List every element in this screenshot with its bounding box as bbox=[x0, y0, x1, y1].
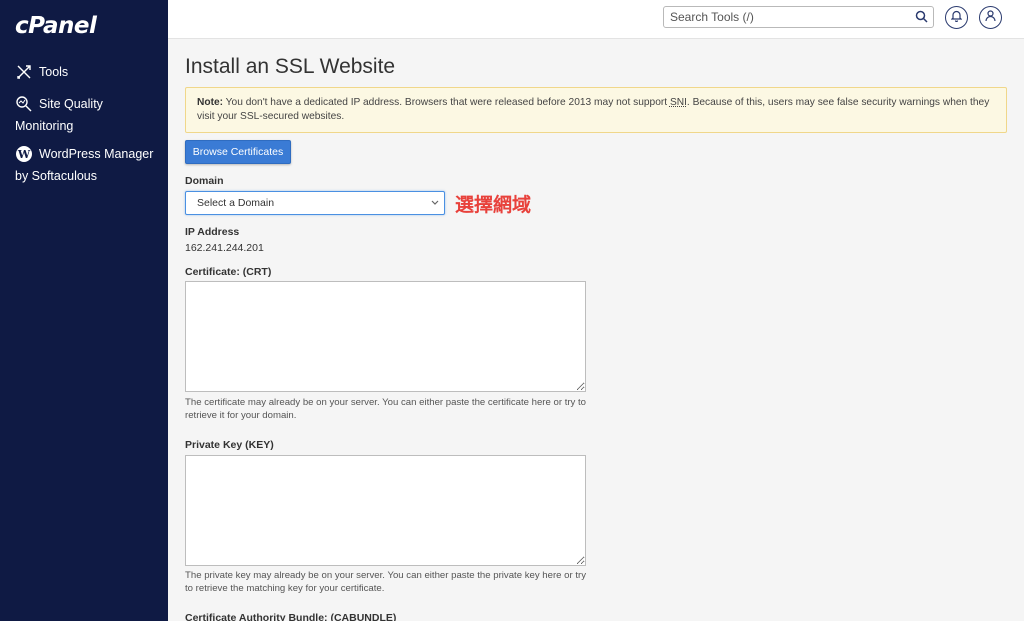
page-title: Install an SSL Website bbox=[185, 55, 396, 78]
search-icon[interactable] bbox=[915, 10, 928, 28]
sidebar-item-site-quality-monitoring[interactable]: Site Quality Monitoring bbox=[15, 93, 165, 137]
domain-select[interactable]: Select a Domain bbox=[185, 191, 445, 215]
sidebar-item-wordpress-manager[interactable]: W WordPress Manager by Softaculous bbox=[15, 143, 165, 187]
user-icon bbox=[985, 9, 996, 27]
sidebar-item-label-cont: by Softaculous bbox=[15, 169, 97, 183]
ip-address-value: 162.241.244.201 bbox=[185, 242, 264, 254]
private-key-label: Private Key (KEY) bbox=[185, 439, 274, 451]
certificate-help-text: The certificate may already be on your s… bbox=[185, 397, 587, 421]
domain-label: Domain bbox=[185, 175, 224, 187]
user-menu-button[interactable] bbox=[979, 6, 1002, 29]
magnifier-icon bbox=[15, 95, 33, 113]
search-box[interactable] bbox=[663, 6, 934, 28]
chevron-down-icon bbox=[431, 192, 439, 222]
cabundle-label: Certificate Authority Bundle: (CABUNDLE) bbox=[185, 612, 397, 621]
private-key-help-text: The private key may already be on your s… bbox=[185, 570, 587, 594]
sni-abbr[interactable]: SNI bbox=[670, 97, 687, 108]
certificate-label: Certificate: (CRT) bbox=[185, 266, 272, 278]
wordpress-icon: W bbox=[15, 145, 33, 163]
alert-label: Note: bbox=[197, 97, 224, 108]
tools-icon bbox=[15, 63, 33, 81]
sidebar-item-label: WordPress Manager bbox=[39, 147, 154, 161]
domain-select-value: Select a Domain bbox=[197, 197, 275, 209]
warning-alert: Note: You don't have a dedicated IP addr… bbox=[185, 87, 1007, 133]
top-header bbox=[168, 0, 1024, 39]
svg-text:W: W bbox=[17, 148, 31, 161]
alert-text: You don't have a dedicated IP address. B… bbox=[223, 97, 670, 108]
sidebar: cPanel Tools Site Quality Monitoring W W… bbox=[0, 0, 168, 621]
sidebar-item-label-cont: Monitoring bbox=[15, 119, 74, 133]
sidebar-item-label: Site Quality bbox=[39, 97, 103, 111]
notifications-button[interactable] bbox=[945, 6, 968, 29]
browse-certificates-button[interactable]: Browse Certificates bbox=[185, 140, 291, 164]
private-key-textarea[interactable] bbox=[185, 455, 586, 566]
sidebar-item-tools[interactable]: Tools bbox=[15, 61, 165, 83]
sidebar-item-label: Tools bbox=[39, 65, 69, 79]
cpanel-logo[interactable]: cPanel bbox=[15, 13, 97, 39]
annotation-label: 選擇網域 bbox=[455, 194, 532, 216]
search-input[interactable] bbox=[664, 7, 904, 27]
bell-icon bbox=[950, 9, 963, 27]
certificate-textarea[interactable] bbox=[185, 281, 586, 392]
ip-address-label: IP Address bbox=[185, 226, 240, 238]
